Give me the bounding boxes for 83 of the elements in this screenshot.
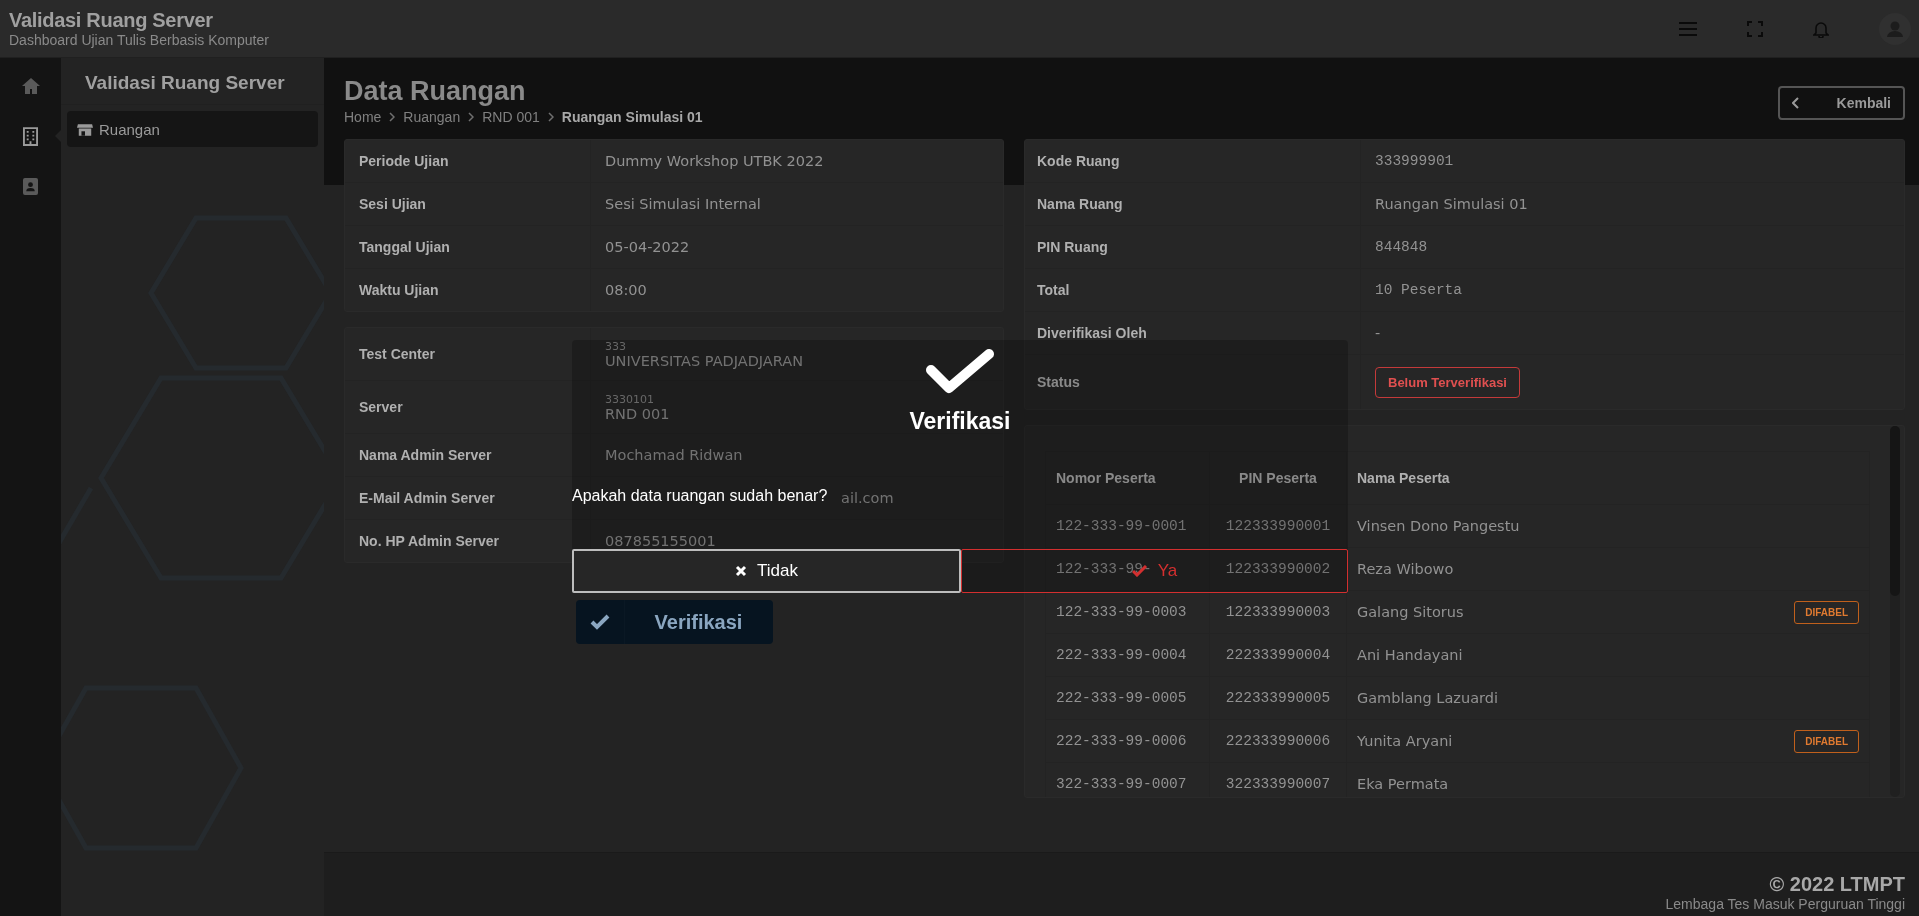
breadcrumb-separator-icon: [389, 112, 396, 122]
breadcrumb-link[interactable]: Home: [344, 109, 382, 125]
field-value: 087855155001: [605, 533, 716, 549]
table-cell: 222333990006: [1210, 720, 1347, 762]
table-cell: 222-333-99-0005: [1046, 677, 1210, 719]
table-cell: 122333990001: [1210, 505, 1347, 547]
field-value: 333999901: [1375, 153, 1454, 169]
table-cell: 222333990005: [1210, 677, 1347, 719]
table-cell: Gamblang Lazuardi: [1357, 690, 1498, 706]
field-value: Mochamad Ridwan: [605, 447, 743, 463]
field-value: Dummy Workshop UTBK 2022: [605, 153, 824, 169]
table-cell: Ani Handayani: [1357, 647, 1463, 663]
field-label: Periode Ujian: [345, 140, 591, 182]
table-cell: Yunita Aryani: [1357, 733, 1453, 749]
table-cell: 122-333-99-0001: [1046, 505, 1210, 547]
table-cell: Reza Wibowo: [1357, 561, 1454, 577]
field-code: 3330101: [605, 392, 654, 406]
dialog-title: Verifikasi: [909, 408, 1011, 435]
column-header: Nomor Peserta: [1046, 452, 1210, 504]
field-label: Waktu Ujian: [345, 269, 591, 311]
table-cell: 222-333-99-0004: [1046, 634, 1210, 676]
field-label: Nama Ruang: [1025, 183, 1361, 225]
cancel-button[interactable]: Tidak: [572, 549, 961, 593]
table-cell: Eka Permata: [1357, 776, 1449, 792]
menu-icon[interactable]: [1679, 21, 1697, 36]
store-icon: [77, 122, 93, 136]
field-label: Test Center: [345, 328, 591, 380]
breadcrumb-link[interactable]: Ruangan: [403, 109, 461, 125]
field-value: -: [1375, 325, 1381, 341]
column-header: PIN Peserta: [1210, 452, 1347, 504]
home-icon: [20, 77, 41, 95]
table-cell: 322333990007: [1210, 763, 1347, 797]
fullscreen-icon[interactable]: [1747, 20, 1763, 37]
checkmark-icon: [589, 614, 610, 630]
status-badge: Belum Terverifikasi: [1375, 366, 1520, 398]
table-cell: 222333990004: [1210, 634, 1347, 676]
field-label: Nama Admin Server: [345, 434, 591, 476]
field-code: 333: [605, 339, 626, 353]
field-value: UNIVERSITAS PADJADJARAN: [605, 352, 804, 369]
field-value: 844848: [1375, 239, 1428, 255]
organization-name: Lembaga Tes Masuk Perguruan Tinggi: [1665, 896, 1905, 912]
difabel-badge: DIFABEL: [1794, 600, 1859, 624]
field-value: 05-04-2022: [605, 239, 690, 255]
field-value: 10 Peserta: [1375, 282, 1462, 298]
table-cell: Galang Sitorus: [1357, 604, 1464, 620]
app-subtitle: Dashboard Ujian Tulis Berbasis Komputer: [9, 32, 269, 48]
field-label: Total: [1025, 269, 1361, 311]
field-value: RND 001: [605, 405, 670, 422]
field-label: Sesi Ujian: [345, 183, 591, 225]
app-title: Validasi Ruang Server: [9, 9, 214, 32]
page-title: Data Ruangan: [344, 76, 527, 107]
field-label: Status: [1025, 355, 1361, 409]
column-header: Nama Peserta: [1356, 469, 1451, 488]
breadcrumb-link[interactable]: RND 001: [482, 109, 540, 125]
close-icon: [735, 565, 747, 577]
table-cell: 322-333-99-0007: [1046, 763, 1210, 797]
field-value: 08:00: [605, 282, 647, 298]
table-cell: 122333990002: [1210, 548, 1347, 590]
verify-button[interactable]: Verifikasi: [575, 600, 773, 644]
table-cell: 222-333-99-0006: [1046, 720, 1210, 762]
field-value: Sesi Simulasi Internal: [605, 196, 761, 212]
checkmark-icon: [925, 348, 995, 394]
difabel-badge: DIFABEL: [1794, 729, 1859, 753]
field-value: Ruangan Simulasi 01: [1375, 196, 1528, 212]
table-cell: Vinsen Dono Pangestu: [1357, 518, 1520, 534]
back-button[interactable]: Kembali: [1778, 86, 1905, 120]
contact-card-icon: [23, 177, 38, 195]
field-label: Diverifikasi Oleh: [1025, 312, 1361, 354]
field-value: ail.com: [841, 490, 894, 506]
sidebar-item[interactable]: Ruangan: [67, 111, 318, 147]
breadcrumb-separator-icon: [547, 112, 554, 122]
notification-bell-icon[interactable]: [1813, 19, 1829, 38]
table-cell: 122-333-99-0003: [1046, 591, 1210, 633]
field-label: Kode Ruang: [1025, 140, 1361, 182]
field-label: PIN Ruang: [1025, 226, 1361, 268]
field-label: Tanggal Ujian: [345, 226, 591, 268]
dialog-message: Apakah data ruangan sudah benar?: [572, 487, 828, 505]
field-label: Server: [345, 381, 591, 433]
table-cell: 122333990003: [1210, 591, 1347, 633]
copyright-text: © 2022 LTMPT: [1769, 873, 1905, 896]
breadcrumb-separator-icon: [468, 112, 475, 122]
building-icon: [23, 126, 38, 146]
chevron-left-icon: [1792, 97, 1800, 109]
